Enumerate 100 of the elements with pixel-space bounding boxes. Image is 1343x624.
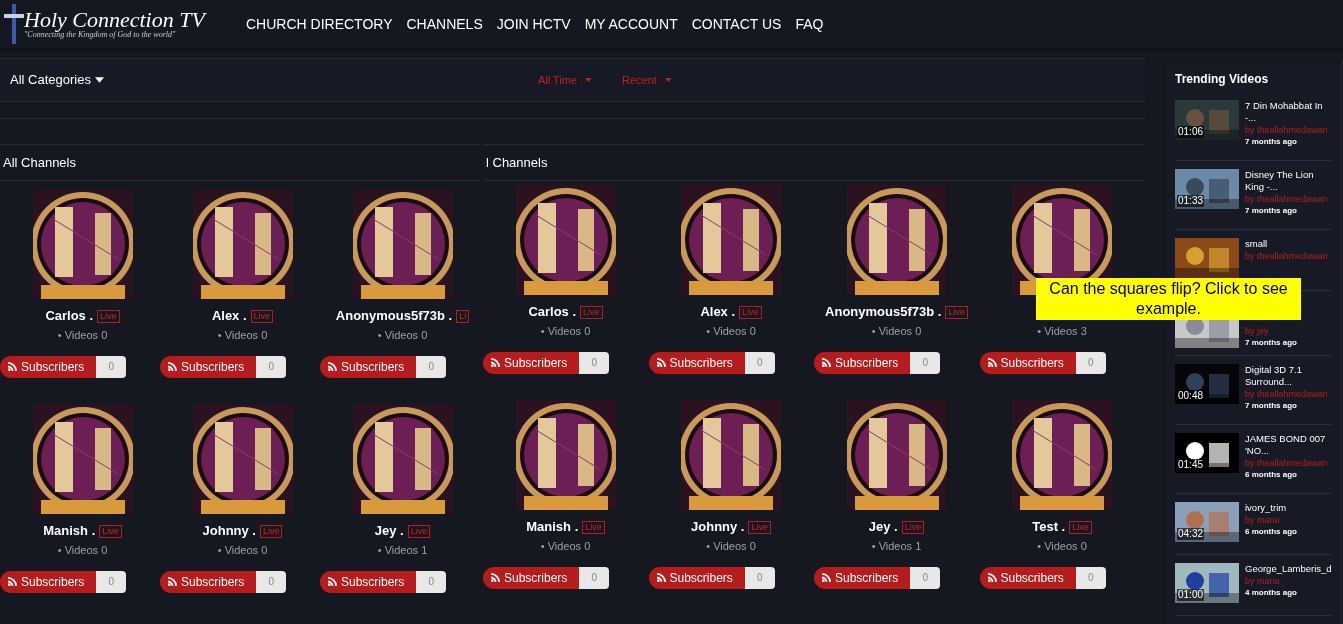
nav-link[interactable]: CHURCH DIRECTORY — [246, 13, 393, 35]
video-count: • Videos 0 — [217, 328, 268, 343]
video-age: 4 months ago — [1245, 587, 1298, 599]
nav-link[interactable]: CONTACT US — [691, 13, 782, 35]
subscriber-count: 0 — [579, 566, 610, 589]
channel-name[interactable]: Anonymous5f73b . — [825, 302, 942, 322]
rss-icon — [8, 577, 17, 586]
caret-icon — [664, 78, 672, 82]
subscribe-button[interactable]: Subscribers — [814, 566, 911, 589]
video-title[interactable]: 7 Din Mohabbat In -... — [1245, 100, 1331, 124]
channel-name[interactable]: Manish . — [43, 521, 96, 541]
rss-icon — [491, 573, 500, 582]
video-age: 6 months ago — [1245, 469, 1298, 481]
live-badge: Live — [407, 524, 431, 538]
sidebar-title: Trending Videos — [1175, 71, 1270, 88]
channel-name[interactable]: Alex . — [211, 306, 247, 326]
live-badge: Live — [580, 305, 603, 319]
video-count: • Videos 1 — [377, 543, 428, 558]
subscribe-button[interactable]: Subscribers — [320, 355, 417, 378]
video-duration: 01:06 — [1177, 126, 1205, 138]
video-author: by theallahmedawan — [1245, 124, 1329, 136]
subscribe-button[interactable]: Subscribers — [0, 570, 97, 593]
subscribe-button[interactable]: Subscribers — [979, 351, 1076, 374]
video-title[interactable]: George_Lamberis_d — [1245, 563, 1331, 575]
subscribe-button[interactable]: Subscribers — [483, 351, 580, 374]
section-heading: All Channels — [3, 153, 76, 172]
subscribe-button[interactable]: Subscribers — [320, 570, 417, 593]
subscriber-count: 0 — [910, 351, 941, 374]
video-count: • Videos 0 — [540, 539, 591, 554]
video-title[interactable]: small — [1245, 238, 1331, 250]
channel-name[interactable]: Alex . — [700, 302, 736, 322]
video-title[interactable]: ivory_trim — [1245, 502, 1331, 514]
live-badge: Live — [945, 305, 968, 319]
logo-tagline: "Connecting the Kingdom of God to the world" — [24, 31, 177, 39]
live-badge: Live — [901, 520, 925, 534]
live-badge: Live — [739, 305, 762, 319]
logo-title[interactable]: Holy Connection TV — [24, 9, 205, 31]
video-age: 6 months ago — [1245, 526, 1298, 538]
subscriber-count: 0 — [579, 351, 610, 374]
subscriber-count: 0 — [416, 355, 447, 378]
subscriber-count: 0 — [96, 355, 127, 378]
subscriber-count: 0 — [910, 566, 941, 589]
tooltip[interactable]: Can the squares flip? Click to see example. — [1036, 278, 1301, 320]
subscribe-button[interactable]: Subscribers — [160, 355, 257, 378]
video-count: • Videos 0 — [706, 324, 756, 339]
video-age: 7 months ago — [1245, 136, 1298, 148]
nav-link[interactable]: MY ACCOUNT — [584, 13, 678, 35]
nav-link[interactable]: FAQ — [795, 13, 824, 35]
section-heading: l Channels — [486, 153, 548, 172]
live-badge: Live — [748, 520, 771, 534]
channel-name[interactable]: Jey . — [868, 517, 898, 537]
channel-name[interactable]: Test . — [1032, 517, 1066, 537]
video-title[interactable]: Disney The Lion King -... — [1245, 169, 1331, 193]
channel-name[interactable]: Jey . — [374, 521, 404, 541]
channel-name[interactable]: Johnny . — [202, 521, 256, 541]
video-title[interactable]: Digital 3D 7.1 Surround... — [1245, 364, 1331, 388]
subscriber-count: 0 — [96, 570, 127, 593]
subscribe-button[interactable]: Subscribers — [814, 351, 911, 374]
channel-name[interactable]: Carlos . — [528, 302, 577, 322]
subscribe-button[interactable]: Subscribers — [160, 570, 257, 593]
subscriber-count: 0 — [256, 570, 287, 593]
nav-link[interactable]: JOIN HCTV — [496, 13, 571, 35]
caret-icon — [94, 77, 104, 83]
rss-icon — [656, 358, 666, 367]
category-dropdown[interactable]: All Categories — [10, 70, 104, 90]
video-author: by theallahmedawan — [1245, 457, 1329, 469]
live-badge: Live — [1069, 520, 1092, 534]
caret-icon — [585, 78, 593, 82]
video-duration: 04:32 — [1177, 528, 1205, 540]
subscribe-button[interactable]: Subscribers — [483, 566, 580, 589]
nav-link[interactable]: CHANNELS — [406, 13, 483, 35]
video-count: • Videos 0 — [217, 543, 268, 558]
video-count: • Videos 0 — [1037, 539, 1087, 554]
subscriber-count: 0 — [256, 355, 287, 378]
subscribe-button[interactable]: Subscribers — [648, 351, 745, 374]
subscribe-button[interactable]: Subscribers — [979, 566, 1076, 589]
subscribe-button[interactable]: Subscribers — [0, 355, 97, 378]
video-author: by theallahmedawan — [1245, 250, 1329, 262]
rss-icon — [328, 362, 337, 371]
channel-name[interactable]: Johnny . — [691, 517, 745, 537]
live-badge: Live — [250, 309, 274, 323]
live-badge: Live — [259, 524, 283, 538]
video-age: 7 months ago — [1245, 205, 1298, 217]
subscriber-count: 0 — [744, 566, 775, 589]
video-count: • Videos 3 — [1037, 324, 1087, 339]
subscribe-button[interactable]: Subscribers — [648, 566, 745, 589]
rss-icon — [822, 358, 831, 367]
video-title[interactable]: JAMES BOND 007 'NO... — [1245, 433, 1331, 457]
video-age: 7 months ago — [1245, 337, 1298, 349]
channel-name[interactable]: Anonymous5f73b . — [335, 306, 453, 326]
video-count: • Videos 0 — [706, 539, 756, 554]
video-author: by theallahmedawan — [1245, 193, 1329, 205]
channel-name[interactable]: Carlos . — [45, 306, 94, 326]
subscriber-count: 0 — [744, 351, 775, 374]
rss-icon — [987, 358, 997, 367]
video-count: • Videos 1 — [871, 539, 922, 554]
rss-icon — [491, 358, 500, 367]
rss-icon — [656, 573, 666, 582]
channel-name[interactable]: Manish . — [526, 517, 579, 537]
rss-icon — [8, 362, 17, 371]
